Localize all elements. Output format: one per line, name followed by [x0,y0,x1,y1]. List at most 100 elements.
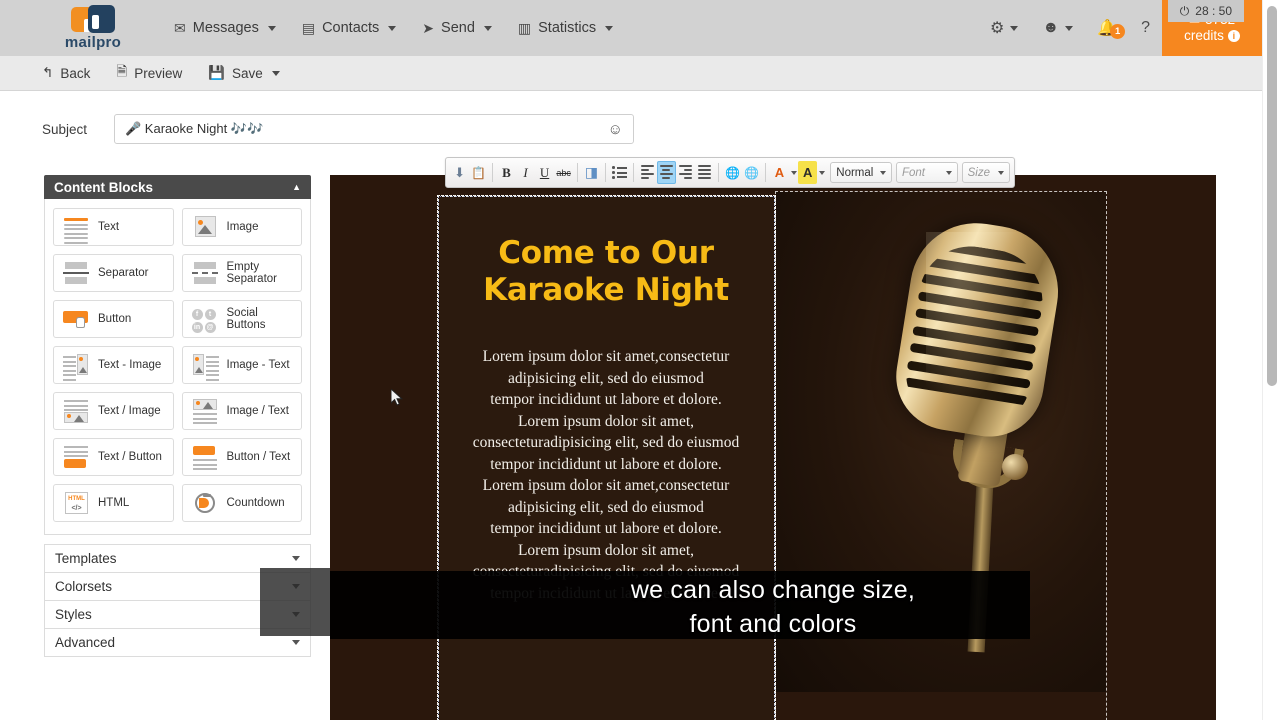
align-center-icon[interactable] [657,161,676,184]
block-label-countdown: Countdown [227,497,285,510]
block-tile-social-buttons[interactable]: ftin@ Social Buttons [182,300,303,338]
align-left-icon[interactable] [638,161,657,184]
remove-format-icon[interactable]: ◨ [582,161,601,184]
top-navigation-bar: mailpro ✉ Messages ▤ Contacts ➤ Send ▥ S… [0,0,1262,56]
settings-menu-button[interactable]: ⚙ [978,18,1030,38]
nav-item-statistics[interactable]: ▥ Statistics [518,20,613,37]
chevron-down-icon [998,171,1004,175]
block-tile-html[interactable]: HTML</> HTML [53,484,174,522]
mailpro-logo[interactable]: mailpro [56,5,130,51]
nav-item-messages[interactable]: ✉ Messages [174,20,276,37]
accordion-templates[interactable]: Templates [44,544,311,573]
page-scrollbar-thumb[interactable] [1267,6,1277,386]
email-headline-line1: Come to Our [442,235,770,272]
email-headline[interactable]: Come to Our Karaoke Night [442,235,770,309]
paragraph-format-select[interactable]: Normal [830,162,892,183]
preview-button[interactable]: 🗎 Preview [116,62,182,85]
side-accordion: Templates Colorsets Styles Advanced [44,544,311,657]
highlight-color-icon[interactable]: A [798,161,817,184]
logo-wordmark: mailpro [65,34,121,51]
chevron-up-icon[interactable]: ▲ [292,182,301,192]
primary-menu: ✉ Messages ▤ Contacts ➤ Send ▥ Statistic… [174,20,613,37]
block-label-button-over-text: Button / Text [227,451,291,464]
timer-value: 28 : 50 [1195,4,1232,18]
chevron-down-icon [1065,26,1073,31]
content-blocks-header[interactable]: Content Blocks ▲ [44,175,311,199]
font-size-value: Size [968,167,990,179]
italic-icon[interactable]: I [516,161,535,184]
font-family-select[interactable]: Font [896,162,958,183]
subject-input[interactable]: 🎤 Karaoke Night 🎶🎶 ☺ [114,114,634,144]
social-buttons-icon: ftin@ [191,306,219,332]
strikethrough-icon[interactable]: abc [554,161,573,184]
stopwatch-icon [191,490,219,516]
email-paragraph: adipisicing elit, sed do eiusmod [442,368,770,390]
align-justify-icon[interactable] [695,161,714,184]
unordered-list-icon[interactable] [610,161,629,184]
block-tile-text-image[interactable]: Text - Image [53,346,174,384]
chevron-down-icon [388,26,396,31]
accordion-colorsets[interactable]: Colorsets [44,572,311,601]
block-tile-image[interactable]: Image [182,208,303,246]
block-tile-empty-separator[interactable]: Empty Separator [182,254,303,292]
editor-action-bar: ↰ Back 🗎 Preview 💾 Save [0,56,1262,91]
toolbar-divider [577,163,578,182]
block-tile-button[interactable]: Button [53,300,174,338]
info-icon[interactable]: i [1228,30,1240,42]
accordion-label-styles: Styles [55,607,92,622]
undo-arrow-icon: ↰ [42,65,53,81]
chevron-down-icon [268,26,276,31]
bold-icon[interactable]: B [497,161,516,184]
block-tile-countdown[interactable]: Countdown [182,484,303,522]
block-label-text: Text [98,221,119,234]
smiley-icon[interactable]: ☺ [608,121,623,138]
insert-link-icon[interactable]: 🌐 [723,161,742,184]
unlink-icon[interactable]: 🌐 [742,161,761,184]
html-code-icon: HTML</> [62,490,90,516]
block-tile-separator[interactable]: Separator [53,254,174,292]
back-button[interactable]: ↰ Back [42,65,90,81]
account-menu-button[interactable]: ☻ [1030,19,1085,37]
save-button[interactable]: 💾 Save [208,65,280,81]
highlight-color-caret-icon[interactable] [817,161,826,184]
text-over-button-icon [62,444,90,470]
envelope-icon: ✉ [174,20,186,37]
insert-dropdown-icon[interactable]: ⬇ [450,161,469,184]
email-paragraph: adipisicing elit, sed do eiusmod [442,497,770,519]
nav-label-messages: Messages [193,20,259,36]
chevron-down-icon [880,171,886,175]
accordion-label-advanced: Advanced [55,635,115,650]
notifications-button[interactable]: 🔔 1 [1085,18,1129,38]
underline-icon[interactable]: U [535,161,554,184]
font-color-caret-icon[interactable] [789,161,798,184]
accordion-styles[interactable]: Styles [44,600,311,629]
block-tile-text-over-image[interactable]: Text / Image [53,392,174,430]
content-blocks-panel: Content Blocks ▲ Text Image Separator [44,175,311,656]
nav-item-send[interactable]: ➤ Send [422,20,492,37]
email-preview-canvas[interactable]: Come to Our Karaoke Night Lorem ipsum do… [330,175,1216,720]
page-scrollbar-track[interactable] [1262,0,1280,720]
power-icon: ⏻ [1180,4,1190,19]
toolbar-divider [765,163,766,182]
chevron-down-icon [484,26,492,31]
block-tile-text-over-button[interactable]: Text / Button [53,438,174,476]
accordion-advanced[interactable]: Advanced [44,628,311,657]
accordion-label-templates: Templates [55,551,117,566]
credits-label: credits [1184,28,1224,44]
font-size-select[interactable]: Size [962,162,1010,183]
nav-item-contacts[interactable]: ▤ Contacts [302,20,396,37]
button-over-text-icon [191,444,219,470]
text-image-inline-icon [62,352,90,378]
gear-icon: ⚙ [990,18,1004,38]
paste-icon[interactable]: 📋 [469,161,488,184]
block-tile-image-text[interactable]: Image - Text [182,346,303,384]
caption-line1: we can also change size, [330,573,1216,607]
email-paragraph: tempor incididunt ut labore et dolore. [442,454,770,476]
help-button[interactable]: ? [1129,19,1162,37]
font-color-icon[interactable]: A [770,161,789,184]
align-right-icon[interactable] [676,161,695,184]
block-tile-image-over-text[interactable]: Image / Text [182,392,303,430]
block-tile-text[interactable]: Text [53,208,174,246]
email-paragraph-block[interactable]: Lorem ipsum dolor sit amet,consectetur a… [442,346,770,604]
block-tile-button-over-text[interactable]: Button / Text [182,438,303,476]
